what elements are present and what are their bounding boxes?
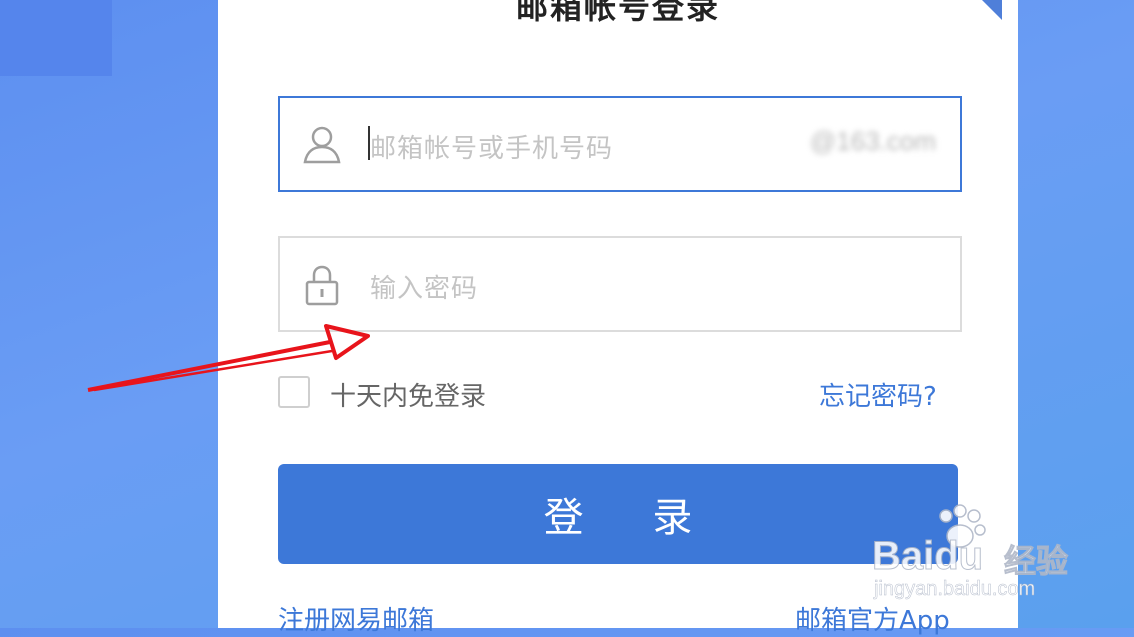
register-link[interactable]: 注册网易邮箱 <box>278 600 434 637</box>
lock-icon <box>305 265 339 306</box>
login-button[interactable]: 登 录 <box>278 464 958 564</box>
watermark-logo: Baidu <box>871 534 984 579</box>
password-placeholder: 输入密码 <box>370 274 479 304</box>
password-field[interactable]: 输入密码 <box>278 236 962 332</box>
baidu-watermark: Baidu 经验 jingyan.baidu.com <box>868 504 1078 604</box>
account-field[interactable]: 邮箱帐号或手机号码 @163.com <box>278 96 962 192</box>
red-arrow-icon <box>87 324 370 392</box>
corner-decoration-icon <box>982 0 1002 20</box>
background-tile <box>0 0 112 76</box>
user-icon <box>303 126 341 164</box>
page-title: 邮箱帐号登录 <box>515 0 720 26</box>
watermark-url: jingyan.baidu.com <box>874 578 1036 601</box>
account-placeholder: 邮箱帐号或手机号码 <box>370 134 614 164</box>
forgot-password-link[interactable]: 忘记密码? <box>819 376 937 413</box>
app-download-link[interactable]: 邮箱官方App <box>795 600 950 637</box>
domain-suffix: @163.com <box>809 126 936 156</box>
watermark-suffix: 经验 <box>1003 542 1069 581</box>
